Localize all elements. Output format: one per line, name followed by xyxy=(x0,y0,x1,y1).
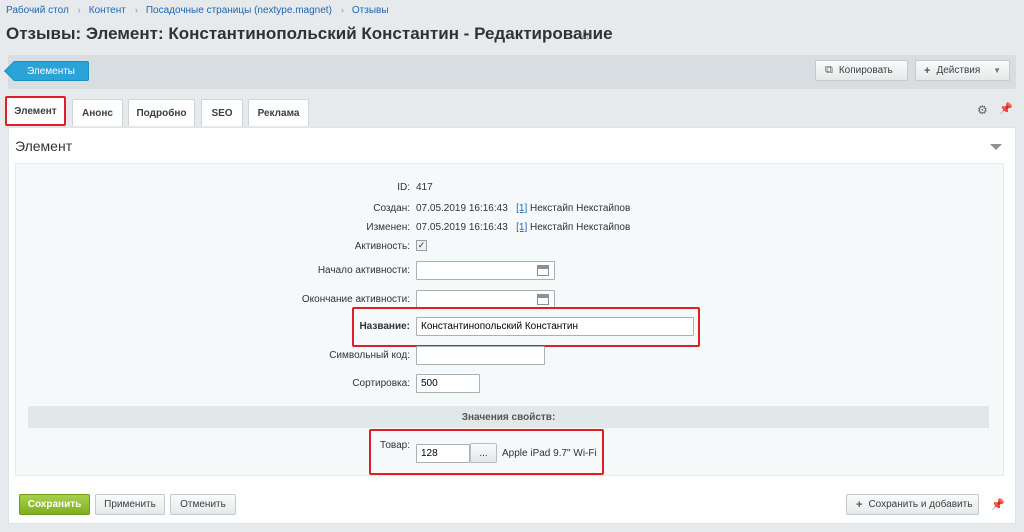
name-label: Название: xyxy=(359,321,410,332)
actions-button[interactable]: + Действия ▼ xyxy=(915,60,1010,81)
active-to-label: Окончание активности: xyxy=(301,294,410,305)
plus-icon: + xyxy=(856,498,863,511)
calendar-icon[interactable] xyxy=(537,265,549,276)
gear-icon[interactable]: ⚙ xyxy=(977,103,988,117)
breadcrumb-item-content[interactable]: Контент xyxy=(89,5,126,16)
cancel-button[interactable]: Отменить xyxy=(170,494,236,515)
page-title: Отзывы: Элемент: Константинопольский Кон… xyxy=(6,24,613,43)
back-to-elements-label: Элементы xyxy=(27,65,75,77)
browse-product-button[interactable]: ... xyxy=(470,443,497,463)
created-date: 07.05.2019 16:16:43 xyxy=(416,203,508,214)
active-from-input[interactable] xyxy=(416,261,555,280)
collapse-arrow-icon[interactable] xyxy=(990,144,1002,150)
sort-input[interactable] xyxy=(416,374,480,393)
modified-user-name: Некстайп Некстайпов xyxy=(530,222,631,233)
modified-date: 07.05.2019 16:16:43 xyxy=(416,222,508,233)
product-label: Товар: xyxy=(380,440,410,451)
star-icon[interactable]: ☆ xyxy=(578,25,592,45)
tab-seo[interactable]: SEO xyxy=(201,99,243,126)
copy-label: Копировать xyxy=(838,65,893,76)
created-user-id-link[interactable]: [1] xyxy=(516,203,527,214)
properties-header: Значения свойств: xyxy=(28,406,989,428)
sort-label: Сортировка: xyxy=(352,378,410,389)
product-name: Apple iPad 9.7" Wi-Fi xyxy=(502,448,597,459)
tab-announce[interactable]: Анонс xyxy=(72,99,123,126)
product-id-input[interactable] xyxy=(416,444,470,463)
copy-button[interactable]: ⧉ Копировать xyxy=(815,60,908,81)
tab-advertising[interactable]: Реклама xyxy=(248,99,309,126)
id-value: 417 xyxy=(416,182,433,193)
pin-icon[interactable]: 📌 xyxy=(999,102,1013,115)
checkmark-icon: ✓ xyxy=(417,240,426,250)
section-title: Элемент xyxy=(15,138,73,154)
created-user-name: Некстайп Некстайпов xyxy=(530,203,631,214)
breadcrumb-separator-icon: › xyxy=(340,5,344,15)
save-and-add-label: Сохранить и добавить xyxy=(868,499,973,510)
back-to-elements-button[interactable]: Элементы xyxy=(13,61,89,81)
plus-icon: + xyxy=(924,64,931,77)
created-info: 07.05.2019 16:16:43 [1] Некстайп Некстай… xyxy=(416,203,630,214)
breadcrumb-item-desktop[interactable]: Рабочий стол xyxy=(6,5,69,16)
chevron-down-icon: ▼ xyxy=(993,66,1001,75)
breadcrumb-separator-icon: › xyxy=(77,5,81,15)
save-and-add-button[interactable]: + Сохранить и добавить xyxy=(846,494,979,515)
apply-button[interactable]: Применить xyxy=(95,494,165,515)
calendar-icon[interactable] xyxy=(537,294,549,305)
created-label: Создан: xyxy=(373,203,410,214)
actions-label: Действия xyxy=(936,65,981,76)
modified-label: Изменен: xyxy=(366,222,410,233)
breadcrumb-item-landing-pages[interactable]: Посадочные страницы (nextype.magnet) xyxy=(146,5,332,16)
copy-icon: ⧉ xyxy=(825,64,833,76)
pin-icon[interactable]: 📌 xyxy=(991,498,1005,511)
name-input[interactable] xyxy=(416,317,694,336)
save-button[interactable]: Сохранить xyxy=(19,494,90,515)
modified-info: 07.05.2019 16:16:43 [1] Некстайп Некстай… xyxy=(416,222,630,233)
tab-element[interactable]: Элемент xyxy=(5,96,66,126)
breadcrumb: Рабочий стол › Контент › Посадочные стра… xyxy=(6,4,389,16)
tab-details[interactable]: Подробно xyxy=(128,99,195,126)
breadcrumb-separator-icon: › xyxy=(134,5,138,15)
active-checkbox[interactable]: ✓ xyxy=(416,240,427,251)
code-input[interactable] xyxy=(416,346,545,365)
active-from-label: Начало активности: xyxy=(317,265,410,276)
active-label: Активность: xyxy=(354,241,410,252)
id-label: ID: xyxy=(397,182,410,193)
code-label: Символьный код: xyxy=(329,350,410,361)
modified-user-id-link[interactable]: [1] xyxy=(516,222,527,233)
breadcrumb-item-reviews[interactable]: Отзывы xyxy=(352,5,389,16)
